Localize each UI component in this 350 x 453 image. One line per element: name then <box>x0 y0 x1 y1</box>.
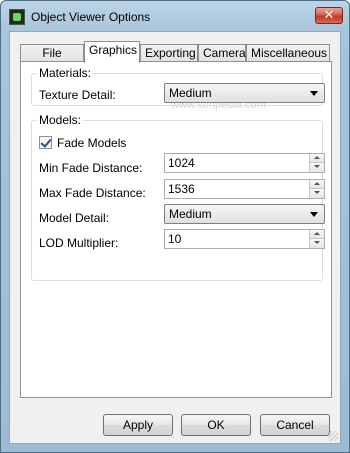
apply-button[interactable]: Apply <box>103 414 173 436</box>
options-window: Object Viewer Options ✕ File System Grap… <box>0 0 350 453</box>
model-detail-select[interactable]: Medium <box>164 204 325 224</box>
close-button[interactable]: ✕ <box>315 7 343 24</box>
model-detail-value: Medium <box>169 207 212 221</box>
tab-graphics[interactable]: Graphics <box>84 41 140 63</box>
graphics-tab-panel: www.softpedia.com Materials: Texture Det… <box>20 61 332 398</box>
min-fade-spinner <box>309 154 324 172</box>
lod-multiplier-input[interactable]: 10 <box>164 229 325 249</box>
title-bar[interactable]: Object Viewer Options ✕ <box>1 1 349 31</box>
model-detail-label: Model Detail: <box>39 211 110 225</box>
ok-button[interactable]: OK <box>181 414 251 436</box>
lod-multiplier-label: LOD Multiplier: <box>39 236 119 250</box>
spin-up-icon[interactable] <box>310 154 324 163</box>
min-fade-distance-label: Min Fade Distance: <box>39 161 143 175</box>
min-fade-distance-input[interactable]: 1024 <box>164 153 325 173</box>
max-fade-spinner <box>309 180 324 198</box>
tab-exporting[interactable]: Exporting <box>140 44 198 62</box>
tab-miscellaneous[interactable]: Miscellaneous <box>246 44 330 62</box>
texture-detail-select[interactable]: Medium <box>164 83 325 103</box>
dialog-client-area: File System Graphics Exporting Camera Mi… <box>9 31 341 444</box>
fade-models-label: Fade Models <box>57 136 127 150</box>
close-icon: ✕ <box>323 7 335 22</box>
chevron-down-icon <box>310 212 318 217</box>
cancel-button[interactable]: Cancel <box>260 414 330 436</box>
fade-models-checkbox[interactable] <box>39 136 52 149</box>
tab-file-system[interactable]: File System <box>20 44 84 76</box>
texture-detail-value: Medium <box>169 86 212 100</box>
min-fade-distance-value: 1024 <box>168 156 195 170</box>
max-fade-distance-value: 1536 <box>168 182 195 196</box>
chevron-down-icon <box>310 91 318 96</box>
spin-down-icon[interactable] <box>310 163 324 172</box>
max-fade-distance-input[interactable]: 1536 <box>164 179 325 199</box>
object-viewer-icon <box>9 9 25 25</box>
tab-camera[interactable]: Camera <box>198 44 246 62</box>
spin-up-icon[interactable] <box>310 180 324 189</box>
window-title: Object Viewer Options <box>31 10 151 24</box>
spin-up-icon[interactable] <box>310 230 324 239</box>
lod-multiplier-spinner <box>309 230 324 248</box>
max-fade-distance-label: Max Fade Distance: <box>39 186 146 200</box>
materials-group-label: Materials: <box>39 66 92 80</box>
models-group-label: Models: <box>39 113 82 127</box>
resize-grip-icon[interactable] <box>328 431 338 441</box>
texture-detail-label: Texture Detail: <box>39 88 116 102</box>
spin-down-icon[interactable] <box>310 189 324 198</box>
spin-down-icon[interactable] <box>310 239 324 248</box>
lod-multiplier-value: 10 <box>168 232 182 246</box>
